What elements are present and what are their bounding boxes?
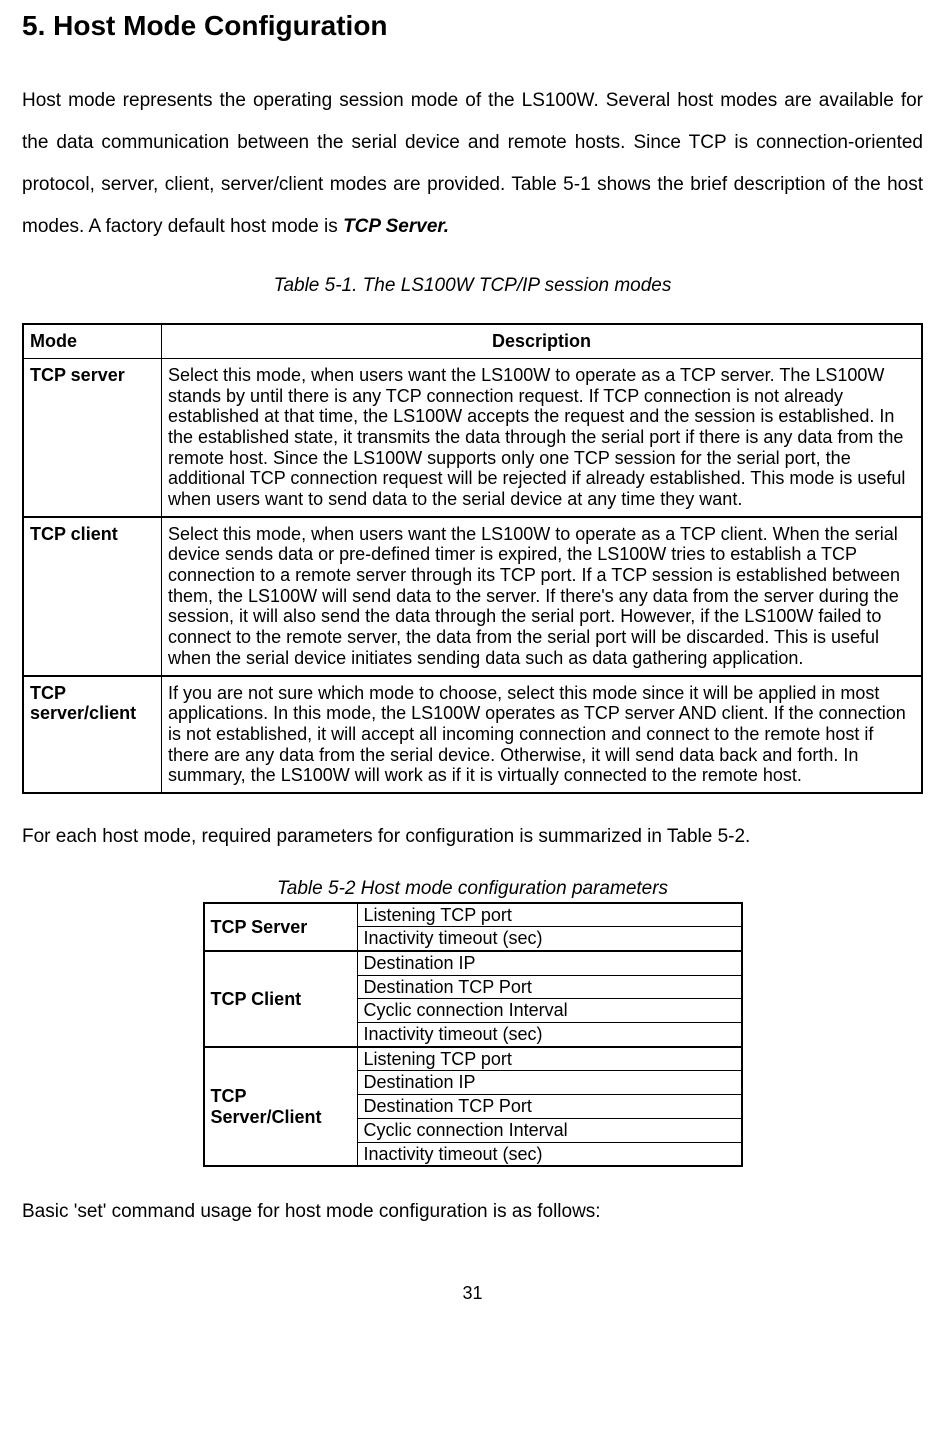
table-2-param-cell: Listening TCP port bbox=[357, 903, 742, 927]
table-2-param-cell: Inactivity timeout (sec) bbox=[357, 1023, 742, 1047]
table-1-desc-cell: If you are not sure which mode to choose… bbox=[162, 676, 923, 793]
table-row: TCP Client Destination IP bbox=[204, 951, 742, 975]
table-1-caption: Table 5-1. The LS100W TCP/IP session mod… bbox=[22, 275, 923, 297]
table-row: TCP Server/Client Listening TCP port bbox=[204, 1047, 742, 1071]
table-2-param-cell: Listening TCP port bbox=[357, 1047, 742, 1071]
table-2-param-cell: Inactivity timeout (sec) bbox=[357, 1142, 742, 1166]
intro-text-pre: Host mode represents the operating sessi… bbox=[22, 90, 923, 236]
table-1-desc-cell: Select this mode, when users want the LS… bbox=[162, 358, 923, 516]
table-2-param-cell: Destination TCP Port bbox=[357, 1095, 742, 1119]
table-2: TCP Server Listening TCP port Inactivity… bbox=[203, 902, 743, 1168]
table-1-header-desc: Description bbox=[162, 324, 923, 358]
page-number: 31 bbox=[22, 1283, 923, 1304]
table-row: TCP Server Listening TCP port bbox=[204, 903, 742, 927]
table-2-group-label: TCP Server bbox=[204, 903, 358, 951]
table-2-caption: Table 5-2 Host mode configuration parame… bbox=[22, 878, 923, 900]
table-2-param-cell: Destination IP bbox=[357, 1071, 742, 1095]
table-row: TCP server/client If you are not sure wh… bbox=[23, 676, 922, 793]
mid-paragraph: For each host mode, required parameters … bbox=[22, 826, 923, 848]
section-title: 5. Host Mode Configuration bbox=[22, 10, 923, 42]
table-2-param-cell: Cyclic connection Interval bbox=[357, 1118, 742, 1142]
table-2-param-cell: Cyclic connection Interval bbox=[357, 999, 742, 1023]
intro-paragraph: Host mode represents the operating sessi… bbox=[22, 80, 923, 247]
closing-paragraph: Basic 'set' command usage for host mode … bbox=[22, 1201, 923, 1223]
table-1-mode-cell: TCP client bbox=[23, 517, 162, 676]
table-1-mode-cell: TCP server bbox=[23, 358, 162, 516]
table-2-param-cell: Destination TCP Port bbox=[357, 975, 742, 999]
table-1-mode-cell: TCP server/client bbox=[23, 676, 162, 793]
table-2-group-label: TCP Client bbox=[204, 951, 358, 1047]
table-1: Mode Description TCP server Select this … bbox=[22, 323, 923, 794]
table-row: TCP server Select this mode, when users … bbox=[23, 358, 922, 516]
table-1-desc-cell: Select this mode, when users want the LS… bbox=[162, 517, 923, 676]
table-2-param-cell: Inactivity timeout (sec) bbox=[357, 927, 742, 951]
intro-text-bold: TCP Server. bbox=[343, 216, 449, 237]
table-row: TCP client Select this mode, when users … bbox=[23, 517, 922, 676]
table-2-group-label: TCP Server/Client bbox=[204, 1047, 358, 1166]
table-1-header-mode: Mode bbox=[23, 324, 162, 358]
table-2-param-cell: Destination IP bbox=[357, 951, 742, 975]
